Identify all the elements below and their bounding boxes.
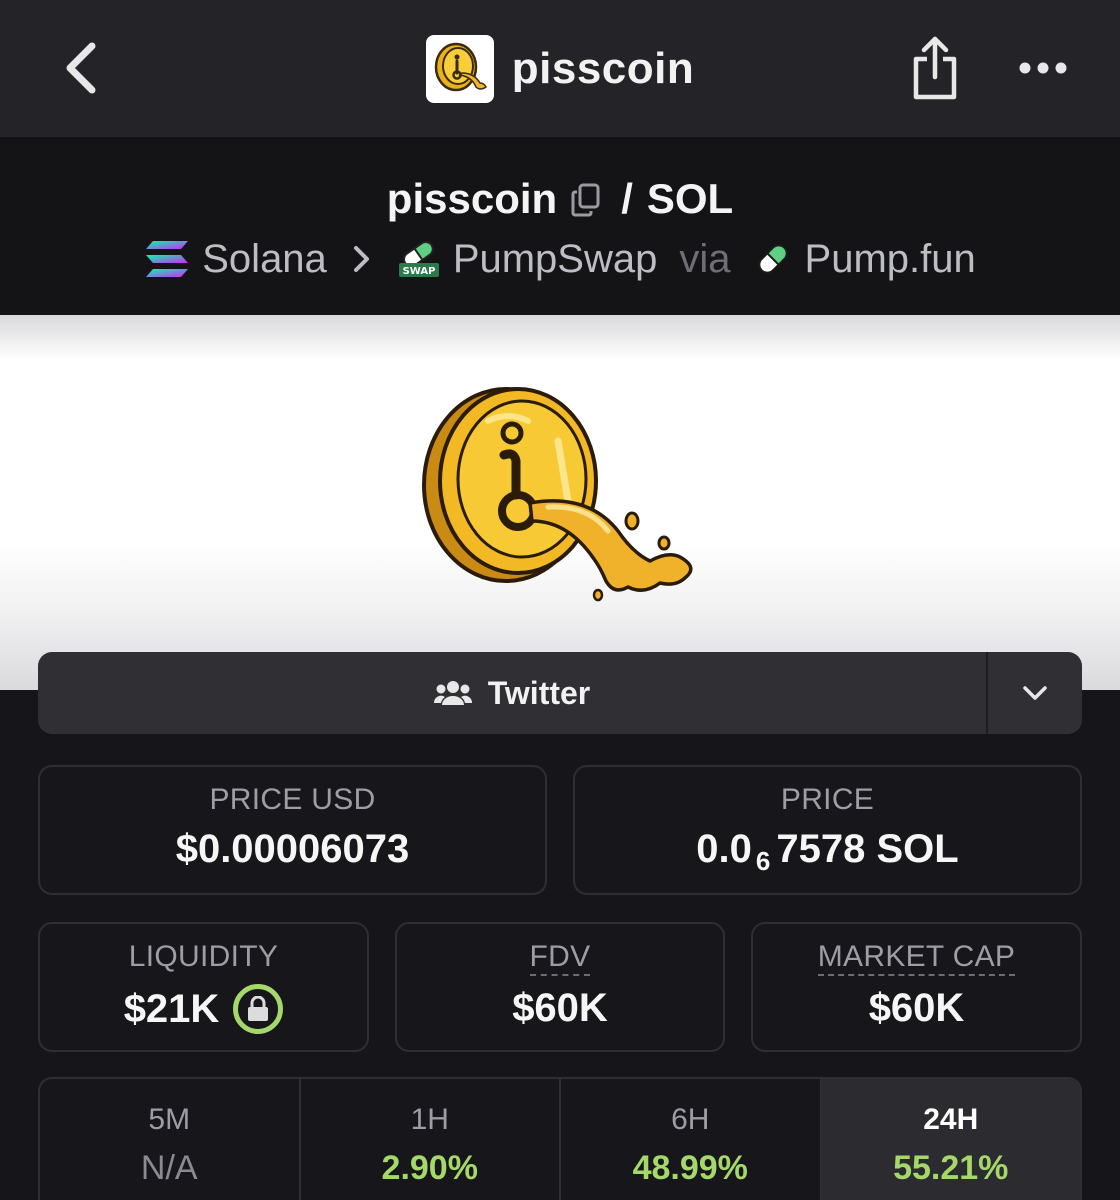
- users-icon: [433, 681, 472, 705]
- tab-1h-value: 2.90%: [381, 1149, 478, 1187]
- fdv-label-wrap: FDV: [397, 940, 723, 976]
- price-zero-count: 6: [755, 846, 771, 876]
- tab-6h-value: 48.99%: [632, 1149, 748, 1187]
- pair-title: pisscoin / SOL: [0, 167, 1120, 231]
- price-usd-card: PRICE USD $0.00006073: [38, 765, 547, 895]
- price-native-card: PRICE 0.0 6 7578 SOL: [573, 765, 1082, 895]
- dex-link[interactable]: SWAP PumpSwap: [397, 236, 658, 282]
- tab-24h-label: 24H: [923, 1103, 979, 1136]
- base-token-name: pisscoin: [386, 175, 558, 222]
- tab-6h-label: 6H: [671, 1103, 710, 1136]
- twitter-button[interactable]: Twitter: [38, 652, 986, 734]
- tab-5m[interactable]: 5M N/A: [40, 1079, 301, 1200]
- liquidity-amount: $21K: [123, 986, 220, 1031]
- lock-icon[interactable]: [233, 984, 284, 1034]
- mcap-label: MARKET CAP: [817, 940, 1016, 976]
- chain-link[interactable]: Solana: [144, 237, 327, 282]
- pill-icon: [757, 244, 788, 274]
- liquidity-label: LIQUIDITY: [128, 940, 279, 973]
- fdv-value: $60K: [512, 986, 608, 1030]
- price-native-value: 0.0 6 7578 SOL: [575, 827, 1080, 876]
- copy-address-icon[interactable]: [571, 183, 601, 217]
- page-title: pisscoin: [511, 43, 695, 93]
- solana-icon: [146, 241, 189, 277]
- twitter-label: Twitter: [487, 674, 591, 711]
- tab-5m-label: 5M: [148, 1103, 191, 1136]
- chain-name: Solana: [202, 236, 327, 281]
- liquidity-value: $21K: [40, 984, 367, 1034]
- fdv-label: FDV: [529, 940, 591, 976]
- coin-illustration: [422, 387, 693, 602]
- socials-dropdown-button[interactable]: [986, 652, 1082, 734]
- chain-breadcrumb: Solana SWAP PumpSwap via Pump.fun: [0, 229, 1120, 289]
- pair-separator: /: [621, 175, 633, 222]
- chevron-down-icon: [1023, 686, 1047, 700]
- launchpad-name: Pump.fun: [804, 236, 976, 281]
- price-suffix: 7578 SOL: [776, 827, 959, 871]
- chevron-right-icon: [353, 245, 371, 273]
- mcap-label-wrap: MARKET CAP: [753, 940, 1080, 976]
- share-icon: [913, 36, 957, 100]
- token-logo: [425, 34, 494, 103]
- pumpswap-icon: SWAP: [398, 241, 439, 277]
- tab-1h[interactable]: 1H 2.90%: [301, 1079, 561, 1200]
- tab-24h-value: 55.21%: [893, 1149, 1009, 1187]
- price-prefix: 0.0: [696, 827, 752, 871]
- price-usd-amount: $0.00006073: [175, 827, 410, 871]
- tab-6h[interactable]: 6H 48.99%: [561, 1079, 822, 1200]
- price-usd-value: $0.00006073: [40, 827, 545, 872]
- price-usd-label: PRICE USD: [209, 783, 376, 816]
- share-button[interactable]: [906, 30, 964, 106]
- via-label: via: [679, 236, 731, 281]
- back-button[interactable]: [52, 38, 108, 98]
- quote-token-name: SOL: [646, 175, 734, 222]
- timeframe-tabs: 5M N/A 1H 2.90% 6H 48.99% 24H 55.21%: [38, 1077, 1082, 1200]
- tab-24h[interactable]: 24H 55.21%: [821, 1079, 1080, 1200]
- price-label: PRICE: [780, 783, 875, 816]
- tab-5m-value: N/A: [140, 1149, 198, 1187]
- dex-name: PumpSwap: [452, 236, 658, 281]
- token-banner: [0, 315, 1120, 690]
- chevron-left-icon: [66, 42, 96, 94]
- more-dots-icon: [1019, 62, 1067, 74]
- launchpad-link[interactable]: Pump.fun: [753, 237, 976, 282]
- top-bar: pisscoin: [0, 0, 1120, 137]
- market-cap-card[interactable]: MARKET CAP $60K: [751, 922, 1082, 1052]
- tab-1h-label: 1H: [410, 1103, 449, 1136]
- more-options-button[interactable]: [1012, 44, 1074, 92]
- svg-text:SWAP: SWAP: [402, 266, 435, 277]
- pair-header: pisscoin / SOL Solana SWAP PumpSwap via …: [0, 137, 1120, 315]
- mcap-value: $60K: [868, 986, 965, 1030]
- fdv-card[interactable]: FDV $60K: [395, 922, 725, 1052]
- liquidity-card: LIQUIDITY $21K: [38, 922, 369, 1052]
- socials-bar: Twitter: [38, 652, 1082, 734]
